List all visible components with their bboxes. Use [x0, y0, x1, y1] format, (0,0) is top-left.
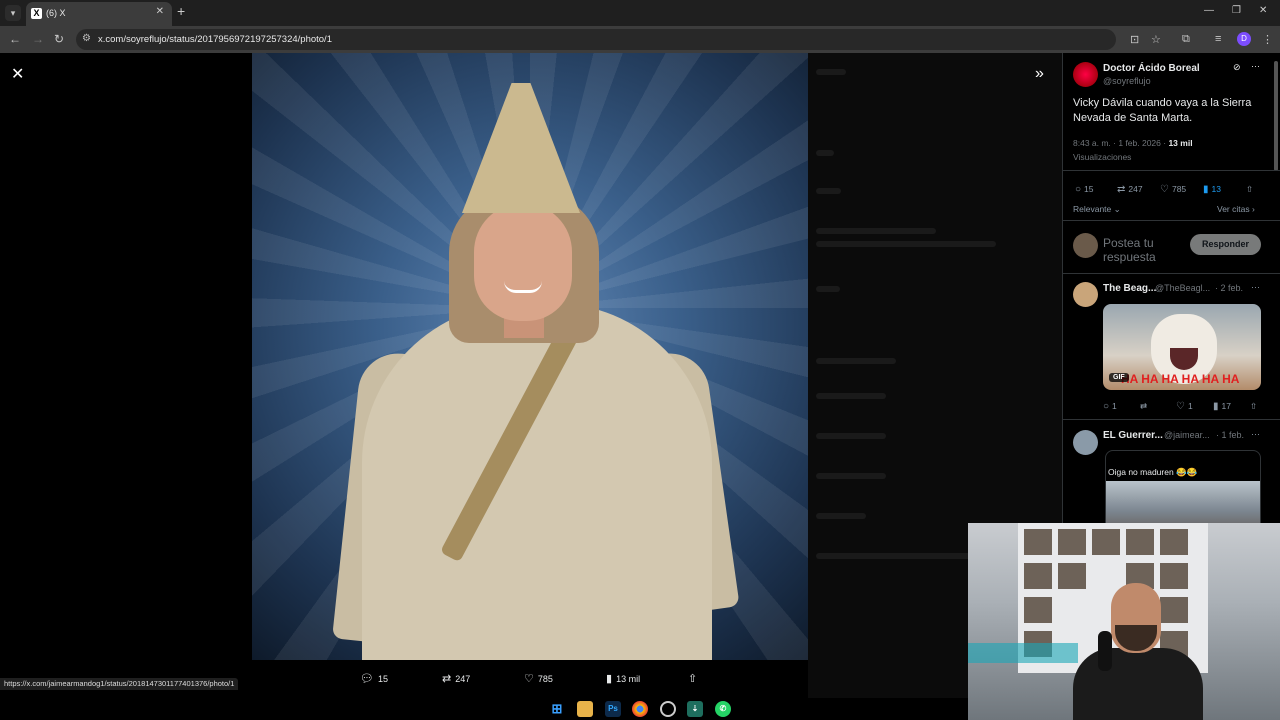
reply-icon: ○: [1075, 184, 1082, 195]
browser-tab-bar: ▾ X (6) X ✕ + — ❐ ✕: [0, 0, 1280, 26]
reply-icon: ○: [1103, 401, 1110, 412]
like-action[interactable]: ♡ 785: [524, 672, 553, 685]
reply-views-stat[interactable]: ▮ 17: [1213, 401, 1231, 412]
repost-icon: ⇄: [1117, 184, 1126, 195]
bookmark-stat[interactable]: ▮ 13: [1203, 184, 1221, 195]
webcam-overlay: [968, 523, 1280, 720]
reply-gif[interactable]: HA HA HA HA HA HA GIF: [1103, 304, 1261, 390]
author-avatar[interactable]: [1073, 62, 1098, 87]
photo-action-bar: 💬︎ 15 ⇄ 247 ♡ 785 ▮ 13 mil ⇧: [252, 660, 808, 698]
reply-button[interactable]: Responder: [1190, 234, 1261, 255]
url-text: x.com/soyreflujo/status/2017956972197257…: [98, 34, 332, 45]
analytics-icon: ▮: [606, 673, 613, 685]
minimize-icon[interactable]: —: [1204, 5, 1214, 16]
address-bar[interactable]: ⚙ x.com/soyreflujo/status/20179569721972…: [76, 29, 1116, 50]
back-icon[interactable]: ←: [9, 32, 21, 46]
reply-author-name[interactable]: The Beag...: [1103, 283, 1156, 294]
expand-panel-icon[interactable]: »: [1035, 65, 1044, 83]
my-avatar[interactable]: [1073, 233, 1098, 258]
profile-avatar[interactable]: D: [1237, 32, 1251, 46]
share-icon: ⇧: [688, 673, 698, 685]
analytics-icon: ▮: [1213, 401, 1219, 412]
reply-avatar[interactable]: [1073, 282, 1098, 307]
reload-icon[interactable]: ↻: [54, 32, 64, 46]
bookmark-icon: ▮: [1203, 184, 1209, 195]
reply-share-icon[interactable]: ⇧: [1250, 401, 1257, 412]
close-viewer-icon[interactable]: ✕: [11, 64, 24, 84]
repost-icon: ⇄: [442, 673, 452, 685]
browser-toolbar: ← → ↻ ⚙ x.com/soyreflujo/status/20179569…: [0, 26, 1280, 53]
views-count: 13 mil: [1168, 138, 1193, 148]
microphone: [1098, 631, 1112, 671]
reply-author-name[interactable]: EL Guerrer...: [1103, 430, 1163, 441]
x-favicon-icon: X: [31, 8, 42, 19]
file-explorer-icon[interactable]: [577, 701, 593, 717]
reply-like-stat[interactable]: ♡ 1: [1176, 401, 1193, 412]
more-options-icon[interactable]: ···: [1251, 429, 1260, 439]
windows-start-icon[interactable]: ⊞: [549, 701, 565, 717]
sort-dropdown[interactable]: Relevante ⌄: [1073, 204, 1121, 215]
reply-author-handle[interactable]: @TheBeagl...: [1155, 283, 1210, 293]
post-timestamp: 8:43 a. m. · 1 feb. 2026 · 13 mil: [1073, 138, 1193, 148]
whatsapp-icon[interactable]: ✆: [715, 701, 731, 717]
post-photo[interactable]: [252, 53, 808, 660]
app-icon[interactable]: ⇣: [687, 701, 703, 717]
heart-icon: ♡: [1176, 401, 1185, 412]
forward-icon[interactable]: →: [32, 32, 44, 46]
media-viewer: ✕ » 💬︎ 15 ⇄ 247 ♡ 785 ▮ 13 mil ⇧: [0, 53, 1062, 698]
panel-scrollbar[interactable]: [1274, 61, 1278, 171]
grok-icon[interactable]: ⊘: [1233, 62, 1241, 73]
gif-badge: GIF: [1109, 373, 1129, 382]
author-handle[interactable]: @soyreflujo: [1103, 76, 1151, 86]
share-action[interactable]: ⇧: [688, 672, 701, 685]
reply-input[interactable]: Postea tu respuesta: [1103, 236, 1183, 264]
reply-avatar[interactable]: [1073, 430, 1098, 455]
tab-close-icon[interactable]: ✕: [156, 6, 164, 17]
gif-caption: HA HA HA HA HA HA: [1121, 372, 1240, 386]
reply-stat[interactable]: ○ 15: [1075, 184, 1094, 195]
media-control-icon[interactable]: ≡: [1215, 33, 1221, 45]
install-app-icon[interactable]: ⊡: [1130, 33, 1139, 46]
heart-icon: ♡: [1160, 184, 1169, 195]
view-quotes-link[interactable]: Ver citas ›: [1217, 204, 1255, 214]
share-icon[interactable]: ⇧: [1246, 184, 1253, 195]
tab-search-menu-icon[interactable]: ▾: [5, 5, 21, 21]
new-tab-icon[interactable]: +: [177, 3, 185, 19]
more-options-icon[interactable]: ···: [1251, 282, 1260, 292]
reply-action[interactable]: 💬︎ 15: [360, 672, 388, 685]
heart-icon: ♡: [524, 673, 534, 685]
taskbar: ⊞ Ps ⇣ ✆: [0, 698, 968, 720]
repost-stat[interactable]: ⇄ 247: [1117, 184, 1143, 195]
reply-date[interactable]: · 2 feb.: [1215, 283, 1243, 293]
like-stat[interactable]: ♡ 785: [1160, 184, 1186, 195]
reply-date[interactable]: · 1 feb.: [1216, 430, 1244, 440]
bookmark-star-icon[interactable]: ☆: [1151, 33, 1161, 46]
reply-author-handle[interactable]: @jaimear...: [1164, 430, 1210, 440]
views-label: Visualizaciones: [1073, 152, 1132, 162]
post-text: Vicky Dávila cuando vaya a la Sierra Nev…: [1073, 97, 1252, 124]
more-options-icon[interactable]: ···: [1251, 61, 1260, 71]
browser-tab[interactable]: X (6) X ✕: [26, 2, 172, 26]
window-close-icon[interactable]: ✕: [1259, 5, 1267, 16]
reply-icon: 💬︎: [360, 673, 374, 685]
reply-reply-stat[interactable]: ○ 1: [1103, 401, 1117, 412]
obs-icon[interactable]: [660, 701, 676, 717]
restore-icon[interactable]: ❐: [1232, 5, 1241, 16]
photoshop-icon[interactable]: Ps: [605, 701, 621, 717]
author-name[interactable]: Doctor Ácido Boreal: [1103, 63, 1200, 74]
browser-menu-icon[interactable]: ⋮: [1262, 33, 1273, 46]
quoted-text: Oiga no maduren 😂😂: [1108, 467, 1198, 477]
views-action[interactable]: ▮ 13 mil: [606, 672, 640, 685]
chrome-icon[interactable]: [632, 701, 648, 717]
link-status-bar: https://x.com/jaimearmandog1/status/2018…: [0, 678, 239, 690]
site-info-icon[interactable]: ⚙: [82, 33, 91, 44]
extensions-icon[interactable]: ⧉: [1182, 33, 1190, 46]
repost-action[interactable]: ⇄ 247: [442, 672, 470, 685]
reply-repost-icon[interactable]: ⇄: [1140, 401, 1147, 412]
tab-title: (6) X: [46, 8, 66, 18]
